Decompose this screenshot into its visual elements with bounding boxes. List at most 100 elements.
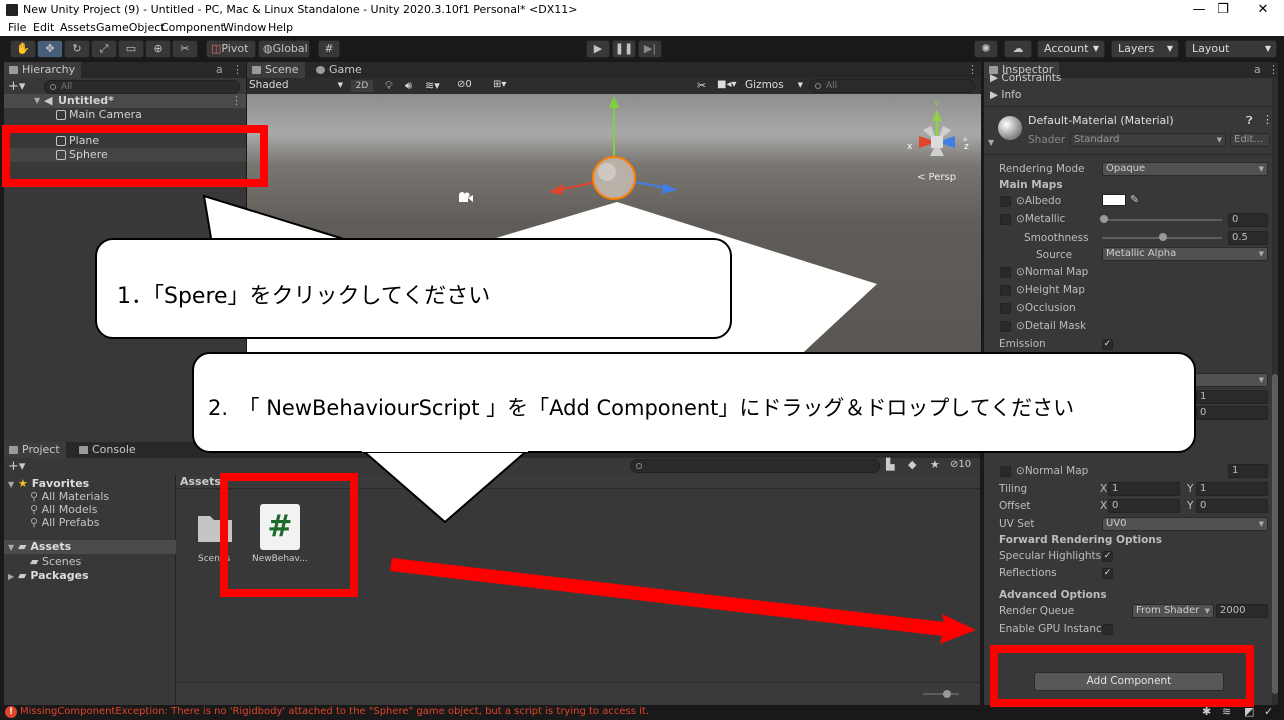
uv-set-dropdown[interactable]: UV0 ▼ bbox=[1102, 517, 1268, 531]
source-dropdown[interactable]: Metallic Alpha ▼ bbox=[1102, 247, 1268, 261]
lock-icon[interactable]: a bbox=[216, 62, 223, 78]
albedo-texture-slot[interactable] bbox=[1000, 196, 1011, 207]
transform-tool-icon[interactable]: ⊕ bbox=[145, 40, 171, 58]
metallic-slider-knob[interactable] bbox=[1100, 215, 1108, 223]
close-button[interactable]: ✕ bbox=[1246, 0, 1280, 20]
menu-gameobject[interactable]: GameObject bbox=[96, 21, 165, 34]
global-toggle[interactable]: ◍Global bbox=[258, 40, 310, 58]
filter-label-icon[interactable]: ◆ bbox=[908, 458, 916, 471]
secondary-normal-value[interactable]: 1 bbox=[1228, 464, 1268, 478]
emission-checkbox[interactable]: ✓ bbox=[1102, 339, 1113, 350]
height-map-slot[interactable] bbox=[1000, 285, 1011, 296]
tiling-y-field[interactable]: 1 bbox=[1196, 482, 1268, 496]
smoothness-slider-knob[interactable] bbox=[1159, 233, 1167, 241]
metallic-slider-track[interactable] bbox=[1102, 219, 1222, 221]
scene-menu-icon[interactable]: ⋮ bbox=[231, 94, 242, 108]
pivot-toggle[interactable]: ◫Pivot bbox=[206, 40, 256, 58]
menu-assets[interactable]: Assets bbox=[60, 21, 96, 34]
offset-x-field[interactable]: 0 bbox=[1108, 499, 1180, 513]
scene-root-row[interactable]: ▼ ◀ Untitled* ⋮ bbox=[4, 94, 246, 108]
effects-icon[interactable]: ≋▾ bbox=[425, 79, 440, 92]
eyedropper-icon[interactable]: ✎ bbox=[1130, 193, 1139, 206]
tab-scene[interactable]: Scene bbox=[247, 62, 305, 78]
scale-tool-icon[interactable]: ⤢ bbox=[91, 40, 117, 58]
cloud-icon[interactable]: ☁ bbox=[1004, 40, 1032, 58]
move-tool-icon[interactable]: ✥ bbox=[37, 40, 63, 58]
reflections-checkbox[interactable]: ✓ bbox=[1102, 568, 1113, 579]
info-foldout[interactable]: ▶ Info bbox=[990, 89, 1021, 101]
albedo-color-swatch[interactable] bbox=[1102, 194, 1126, 206]
grid-snap-icon[interactable]: # bbox=[318, 40, 340, 58]
menu-edit[interactable]: Edit bbox=[33, 21, 54, 34]
layout-dropdown[interactable]: Layout ▼ bbox=[1185, 40, 1277, 58]
kebab-menu-icon[interactable]: ⋮ bbox=[1268, 62, 1279, 78]
hierarchy-item-main-camera[interactable]: Main Camera bbox=[4, 108, 246, 122]
normal-map-slot[interactable] bbox=[1000, 267, 1011, 278]
specular-checkbox[interactable]: ✓ bbox=[1102, 551, 1113, 562]
kebab-menu-icon[interactable]: ⋮ bbox=[967, 62, 978, 78]
grid-toggle-icon[interactable]: ⊞▾ bbox=[493, 79, 506, 90]
scene-search-input[interactable]: All bbox=[809, 79, 975, 93]
packages-folder-row[interactable]: ▶ ▰ Packages bbox=[8, 569, 89, 582]
render-queue-value-field[interactable]: 2000 bbox=[1216, 604, 1268, 618]
scenes-folder-row[interactable]: ▰ Scenes bbox=[30, 555, 81, 568]
favorite-star-icon[interactable]: ★ bbox=[930, 458, 940, 471]
favorites-section[interactable]: ▼ ★ Favorites bbox=[8, 477, 89, 490]
secondary-normal-map-slot[interactable] bbox=[1000, 466, 1011, 477]
occlusion-slot[interactable] bbox=[1000, 303, 1011, 314]
rect-tool-icon[interactable]: ▭ bbox=[118, 40, 144, 58]
hand-tool-icon[interactable]: ✋ bbox=[10, 40, 36, 58]
step-button[interactable]: ▶| bbox=[638, 40, 662, 58]
menu-help[interactable]: Help bbox=[268, 21, 293, 34]
render-queue-dropdown[interactable]: From Shader ▼ bbox=[1132, 604, 1214, 618]
rotate-tool-icon[interactable]: ↻ bbox=[64, 40, 90, 58]
offset-y-field[interactable]: 0 bbox=[1196, 499, 1268, 513]
perspective-label[interactable]: < Persp bbox=[917, 172, 956, 183]
tools-icon[interactable]: ✂ bbox=[697, 79, 706, 92]
add-object-button[interactable]: +▾ bbox=[8, 79, 25, 94]
pause-button[interactable]: ❚❚ bbox=[612, 40, 636, 58]
kebab-menu-icon[interactable]: ⋮ bbox=[232, 62, 243, 78]
zoom-slider-knob[interactable] bbox=[943, 690, 951, 698]
filter-type-icon[interactable]: ▙ bbox=[886, 458, 894, 471]
tiling-x-field[interactable]: 1 bbox=[1108, 482, 1180, 496]
metallic-texture-slot[interactable] bbox=[1000, 214, 1011, 225]
assets-folder-row[interactable]: ▼ ▰ Assets bbox=[4, 540, 176, 554]
favorite-all-models[interactable]: ⚲ All Models bbox=[30, 503, 97, 516]
inspector-scrollbar[interactable] bbox=[1272, 78, 1278, 706]
edit-shader-button[interactable]: Edit... bbox=[1230, 133, 1270, 147]
smoothness-value-field[interactable]: 0.5 bbox=[1228, 231, 1268, 245]
favorite-all-materials[interactable]: ⚲ All Materials bbox=[30, 490, 109, 503]
mode-2d-toggle[interactable]: 2D bbox=[351, 80, 373, 92]
project-search-input[interactable] bbox=[630, 459, 880, 473]
favorite-all-prefabs[interactable]: ⚲ All Prefabs bbox=[30, 516, 100, 529]
menu-component[interactable]: Component bbox=[161, 21, 225, 34]
tab-console[interactable]: Console bbox=[74, 442, 142, 458]
menu-window[interactable]: Window bbox=[223, 21, 266, 34]
custom-tool-icon[interactable]: ✂ bbox=[172, 40, 198, 58]
tab-hierarchy[interactable]: Hierarchy bbox=[4, 62, 82, 78]
constraints-foldout[interactable]: ▶ Constraints bbox=[990, 72, 1061, 84]
layers-dropdown[interactable]: Layers ▼ bbox=[1111, 40, 1179, 58]
camera-icon[interactable]: ■◂▾ bbox=[717, 79, 737, 90]
zoom-slider-track[interactable] bbox=[923, 693, 959, 695]
help-icon[interactable]: ❓︎ bbox=[1246, 114, 1253, 128]
shader-dropdown[interactable]: Standard ▼ bbox=[1070, 133, 1226, 147]
hierarchy-search-input[interactable]: All bbox=[44, 80, 240, 94]
lighting-icon[interactable]: 💡︎ bbox=[385, 79, 393, 93]
hidden-objects-icon[interactable]: ⊘0 bbox=[457, 79, 472, 90]
hidden-field-1[interactable]: 1 bbox=[1196, 390, 1268, 404]
rendering-mode-dropdown[interactable]: Opaque ▼ bbox=[1102, 162, 1268, 176]
detail-mask-slot[interactable] bbox=[1000, 321, 1011, 332]
lock-icon[interactable]: a bbox=[1254, 62, 1261, 78]
create-asset-button[interactable]: +▾ bbox=[8, 459, 25, 474]
metallic-value-field[interactable]: 0 bbox=[1228, 213, 1268, 227]
orientation-gizmo[interactable] bbox=[919, 110, 955, 156]
inspector-scrollbar-thumb[interactable] bbox=[1272, 374, 1278, 694]
audio-icon[interactable]: 🔊︎ bbox=[405, 79, 412, 93]
menu-file[interactable]: File bbox=[8, 21, 26, 34]
hidden-field-0[interactable]: 0 bbox=[1196, 406, 1268, 420]
status-error-message[interactable]: MissingComponentException: There is no '… bbox=[20, 706, 649, 717]
tab-game[interactable]: Game bbox=[311, 62, 368, 78]
tab-project[interactable]: Project bbox=[4, 442, 66, 458]
